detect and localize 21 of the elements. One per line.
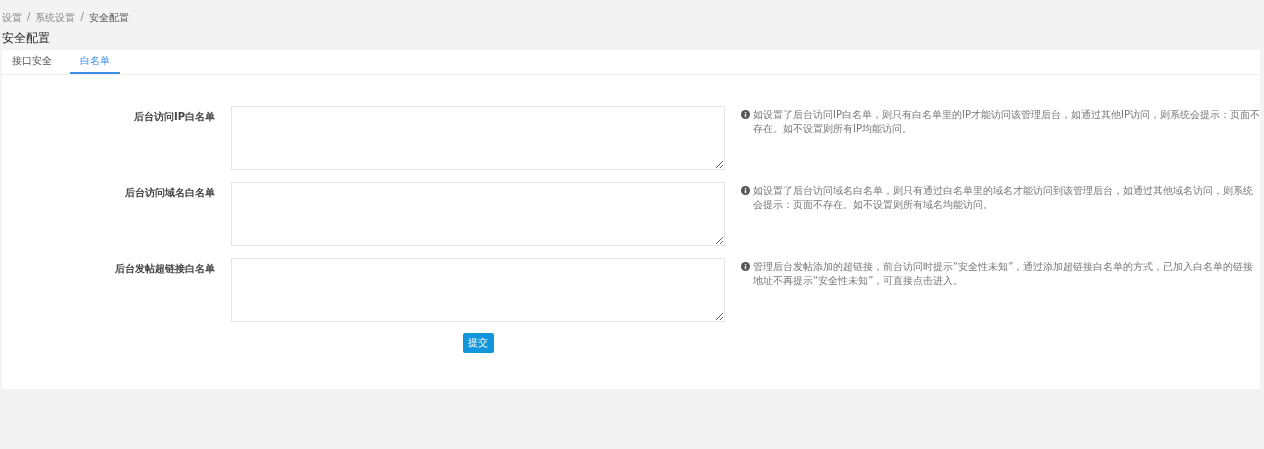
help-text: 如设置了后台访问IP白名单，则只有白名单里的IP才能访问该管理后台，如通过其他IP访问，则系统会提示：页面不存在。如不设置则所有IP均能访问。 <box>753 108 1261 136</box>
page-title: 安全配置 <box>2 30 51 47</box>
tab[interactable]: 白名单 <box>70 50 120 74</box>
help-text: 管理后台发帖添加的超链接，前台访问时提示“安全性未知”，通过添加超链接白名单的方式，已加入白名单的链接地址不再提示“安全性未知”，可直接点击进入。 <box>753 260 1255 288</box>
tab[interactable]: 接口安全 <box>2 50 62 74</box>
field-label: 后台发帖超链接白名单 <box>115 262 215 276</box>
breadcrumb-item[interactable]: 系统设置 <box>35 11 76 25</box>
info-icon <box>741 110 750 119</box>
text-area[interactable] <box>231 258 725 322</box>
field-label: 后台访问IP白名单 <box>133 110 215 124</box>
info-icon <box>741 186 750 195</box>
help-text: 如设置了后台访问域名白名单，则只有通过白名单里的域名才能访问到该管理后台，如通过其他域名访问，则系统会提示：页面不存在。如不设置则所有域名均能访问。 <box>753 184 1254 212</box>
text-area[interactable] <box>231 182 725 246</box>
submit-button[interactable]: 提交 <box>462 333 494 353</box>
info-icon <box>741 262 750 271</box>
breadcrumb-separator: / <box>80 11 84 24</box>
text-area[interactable] <box>231 106 725 170</box>
breadcrumb-separator: / <box>27 11 31 24</box>
breadcrumb-item[interactable]: 设置 <box>2 11 22 25</box>
field-label: 后台访问域名白名单 <box>125 186 215 200</box>
breadcrumb-item: 安全配置 <box>88 11 129 25</box>
